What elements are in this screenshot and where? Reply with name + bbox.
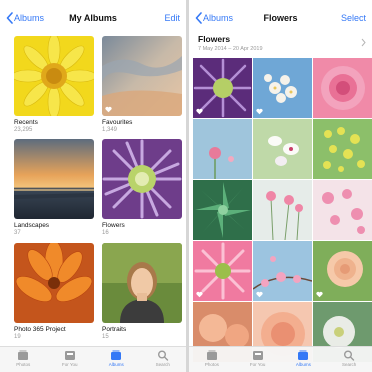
album-portraits[interactable]: Portraits 15 xyxy=(102,243,182,340)
photo-thumbnail[interactable] xyxy=(313,180,372,240)
photo-thumbnail[interactable] xyxy=(253,180,312,240)
album-recents[interactable]: Recents 23,295 xyxy=(14,36,94,133)
chevron-right-icon xyxy=(361,38,366,47)
album-thumbnail xyxy=(14,139,94,219)
tab-label: Albums xyxy=(108,362,124,367)
tab-label: For You xyxy=(61,362,78,367)
album-count: 23,295 xyxy=(14,127,33,133)
chevron-left-icon xyxy=(6,12,13,24)
select-button[interactable]: Select xyxy=(341,13,366,23)
album-name: Recents xyxy=(14,119,38,126)
favourite-heart-icon xyxy=(196,108,203,115)
for-you-icon xyxy=(252,351,263,360)
tab-bar: Photos For You Albums Search xyxy=(0,346,186,372)
albums-navbar: Albums My Albums Edit xyxy=(0,0,186,36)
album-name: Favourites xyxy=(102,119,133,126)
photo-thumbnail[interactable] xyxy=(193,241,252,301)
tab-bar: Photos For You Albums Search xyxy=(189,346,372,372)
sunflower-icon xyxy=(14,36,94,116)
chevron-left-icon xyxy=(195,12,202,24)
albums-icon xyxy=(111,350,122,360)
album-thumbnail xyxy=(14,243,94,323)
photo-grid xyxy=(193,58,372,362)
favourite-heart-icon xyxy=(256,291,263,298)
album-count: 1,349 xyxy=(102,127,118,133)
tab-albums[interactable]: Albums xyxy=(98,350,134,367)
search-icon xyxy=(157,350,168,361)
search-icon xyxy=(344,350,355,361)
photo-thumbnail[interactable] xyxy=(193,180,252,240)
photo-thumbnail[interactable] xyxy=(253,119,312,179)
white-orchid-icon xyxy=(253,119,312,179)
tab-albums[interactable]: Albums xyxy=(285,350,321,367)
edit-button[interactable]: Edit xyxy=(164,13,180,23)
favourite-heart-icon xyxy=(105,106,112,113)
album-name: Portraits xyxy=(102,326,127,333)
pink-rose-icon xyxy=(313,58,372,118)
album-flowers[interactable]: Flowers 16 xyxy=(102,139,182,236)
photos-icon xyxy=(206,350,217,360)
photo-thumbnail[interactable] xyxy=(253,58,312,118)
album-count: 37 xyxy=(14,230,21,236)
section-date-range: 7 May 2014 – 20 Apr 2019 xyxy=(198,46,263,52)
tab-photos[interactable]: Photos xyxy=(194,350,230,367)
green-succulent-icon xyxy=(193,180,252,240)
photo-thumbnail[interactable] xyxy=(253,241,312,301)
pink-bud-icon xyxy=(193,119,252,179)
album-count: 16 xyxy=(102,230,109,236)
section-title: Flowers xyxy=(198,34,231,44)
photo-thumbnail[interactable] xyxy=(193,58,252,118)
sunset-sky-icon xyxy=(102,36,182,116)
back-label: Albums xyxy=(203,13,234,23)
album-thumbnail xyxy=(14,36,94,116)
tab-label: For You xyxy=(249,362,266,367)
ocean-sunset-icon xyxy=(14,139,94,219)
flowers-album-screen: Albums Flowers Select Flowers 7 May 2014… xyxy=(189,0,372,372)
pink-stems-icon xyxy=(253,180,312,240)
tab-label: Search xyxy=(155,362,170,367)
tab-label: Photos xyxy=(204,362,219,367)
album-name: Landscapes xyxy=(14,222,50,229)
favourite-heart-icon xyxy=(196,291,203,298)
tab-search[interactable]: Search xyxy=(331,350,367,367)
tab-label: Search xyxy=(341,362,357,367)
photo-thumbnail[interactable] xyxy=(313,241,372,301)
yellow-mimosa-icon xyxy=(313,119,372,179)
section-header[interactable]: Flowers 7 May 2014 – 20 Apr 2019 xyxy=(189,34,372,58)
tab-label: Albums xyxy=(295,362,311,367)
album-thumbnail xyxy=(102,243,182,323)
album-count: 19 xyxy=(14,334,21,340)
tab-photos[interactable]: Photos xyxy=(5,350,41,367)
photo-thumbnail[interactable] xyxy=(313,58,372,118)
album-thumbnail xyxy=(102,36,182,116)
back-button[interactable]: Albums xyxy=(195,12,233,24)
back-button[interactable]: Albums xyxy=(6,12,44,24)
my-albums-screen: Albums My Albums Edit Recents 23,295 Fav… xyxy=(0,0,186,372)
album-thumbnail xyxy=(102,139,182,219)
album-landscapes[interactable]: Landscapes 37 xyxy=(14,139,94,236)
for-you-icon xyxy=(64,351,75,360)
tab-for-you[interactable]: For You xyxy=(240,350,276,367)
orange-lily-icon xyxy=(14,243,94,323)
portrait-icon xyxy=(102,243,182,323)
flowers-navbar: Albums Flowers Select xyxy=(189,0,372,36)
tab-search[interactable]: Search xyxy=(145,350,181,367)
pink-blossom-icon xyxy=(313,180,372,240)
tab-for-you[interactable]: For You xyxy=(52,350,88,367)
album-count: 15 xyxy=(102,334,109,340)
purple-flower-icon xyxy=(102,139,182,219)
favourite-heart-icon xyxy=(316,291,323,298)
back-label: Albums xyxy=(14,13,45,23)
photo-thumbnail[interactable] xyxy=(313,119,372,179)
photo-thumbnail[interactable] xyxy=(193,119,252,179)
album-name: Flowers xyxy=(102,222,125,229)
favourite-heart-icon xyxy=(256,108,263,115)
tab-label: Photos xyxy=(16,362,31,367)
photos-icon xyxy=(18,350,29,360)
album-favourites[interactable]: Favourites 1,349 xyxy=(102,36,182,133)
album-photo-365-project[interactable]: Photo 365 Project 19 xyxy=(14,243,94,340)
album-name: Photo 365 Project xyxy=(14,326,66,333)
albums-icon xyxy=(298,350,309,360)
